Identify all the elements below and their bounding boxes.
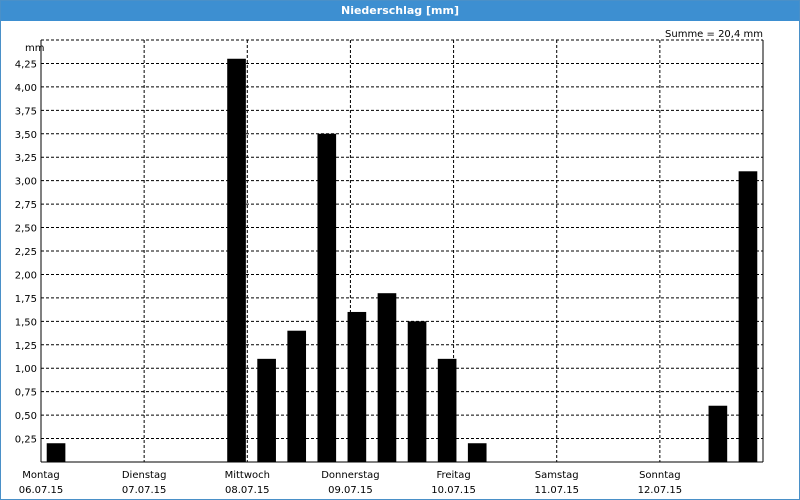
bar [46, 443, 66, 462]
y-tick-label: 3,25 [15, 153, 37, 164]
y-tick-label: 2,75 [15, 200, 37, 211]
y-tick-label: 0,25 [15, 435, 37, 446]
x-date-label: 06.07.15 [19, 485, 64, 496]
sum-label: Summe = 20,4 mm [665, 29, 763, 40]
bar [467, 443, 487, 462]
bar [287, 330, 307, 462]
x-day-label: Dienstag [122, 470, 167, 481]
x-day-label: Mittwoch [225, 470, 270, 481]
y-tick-label: 1,50 [15, 317, 37, 328]
bar [738, 171, 758, 463]
bar [317, 133, 337, 462]
y-tick-label: 2,25 [15, 247, 37, 258]
y-tick-label: 3,00 [15, 177, 37, 188]
x-date-label: 07.07.15 [122, 485, 167, 496]
x-date-label: 08.07.15 [225, 485, 270, 496]
precipitation-chart: 0,25 0,50 0,75 1,00 1,25 1,50 1,75 2,00 2,25 2,50… [15, 29, 764, 496]
y-tick-label: 1,25 [15, 341, 37, 352]
y-tick-label: 3,75 [15, 106, 37, 117]
x-date-label: 10.07.15 [431, 485, 476, 496]
bar [407, 321, 427, 462]
y-tick-label: 1,00 [15, 364, 37, 375]
x-day-label: Freitag [436, 470, 470, 481]
y-tick-label: 2,50 [15, 224, 37, 235]
y-tick-label: 2,00 [15, 270, 37, 281]
x-day-label: Sonntag [639, 470, 681, 481]
bar [347, 311, 367, 462]
y-tick-label: 4,25 [15, 59, 37, 70]
y-tick-label: 1,75 [15, 294, 37, 305]
y-tick-label: 4,00 [15, 83, 37, 94]
x-day-label: Samstag [535, 470, 579, 481]
bar [257, 358, 276, 462]
chart-title: Niederschlag [mm] [1, 1, 799, 21]
x-day-label: Montag [22, 470, 59, 481]
bar [437, 358, 457, 462]
x-day-label: Donnerstag [321, 470, 379, 481]
bar [708, 405, 728, 462]
y-tick-label: 3,50 [15, 130, 37, 141]
chart-window: Niederschlag [mm] 0,25 0,50 0,75 1,00 1,25 1,… [0, 0, 800, 500]
grid-lines [41, 39, 763, 462]
x-date-label: 09.07.15 [328, 485, 373, 496]
y-axis-unit: mm [25, 43, 44, 54]
x-date-label: 11.07.15 [534, 485, 579, 496]
y-tick-label: 0,50 [15, 411, 37, 422]
bar [377, 293, 397, 462]
x-date-label: 12.07.15 [638, 485, 683, 496]
bar [227, 58, 246, 462]
bars [46, 58, 758, 463]
y-tick-label: 0,75 [15, 388, 37, 399]
